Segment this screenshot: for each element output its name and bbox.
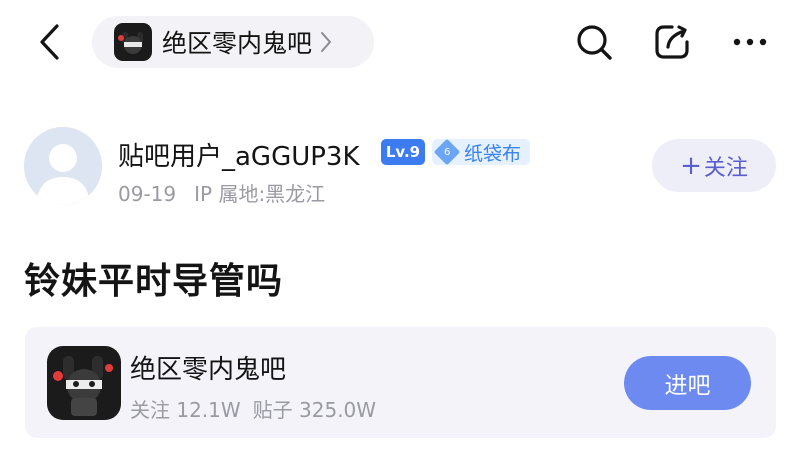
title-badge-label: 纸袋布 xyxy=(464,142,522,165)
back-icon xyxy=(40,24,59,60)
post-meta: 09-19 IP 属地:黑龙江 xyxy=(118,178,325,207)
forum-avatar[interactable] xyxy=(47,346,121,420)
search-button[interactable] xyxy=(570,18,618,66)
ip-location: IP 属地:黑龙江 xyxy=(194,182,326,206)
title-badge: 6 纸袋布 xyxy=(432,138,530,166)
card-stats: 关注 12.1W 贴子 325.0W xyxy=(130,394,376,423)
card-posts: 贴子 325.0W xyxy=(252,398,377,422)
follow-label: 关注 xyxy=(703,155,748,181)
more-button[interactable] xyxy=(726,18,774,66)
share-button[interactable] xyxy=(648,18,696,66)
level-badge: Lv.9 xyxy=(381,139,425,165)
author-avatar[interactable] xyxy=(24,127,102,205)
author-username[interactable]: 贴吧用户_aGGUP3K xyxy=(118,136,360,173)
default-avatar-icon xyxy=(24,127,102,205)
back-button[interactable] xyxy=(28,20,72,64)
forum-avatar-small xyxy=(114,23,152,61)
share-icon xyxy=(655,25,689,59)
forum-name: 绝区零内鬼吧 xyxy=(162,29,313,58)
search-icon xyxy=(577,25,612,60)
follow-button[interactable]: + 关注 xyxy=(652,139,776,192)
more-icon xyxy=(733,38,767,46)
chevron-right-icon xyxy=(321,32,332,52)
post-title: 铃妹平时导管吗 xyxy=(24,261,284,302)
forum-pill[interactable]: 绝区零内鬼吧 xyxy=(92,16,374,68)
enter-forum-button[interactable]: 进吧 xyxy=(624,356,751,410)
plus-icon: + xyxy=(680,150,702,181)
card-followers: 关注 12.1W xyxy=(130,398,241,422)
post-date: 09-19 xyxy=(118,182,177,206)
card-forum-name: 绝区零内鬼吧 xyxy=(130,355,287,385)
title-level-diamond: 6 xyxy=(433,138,461,166)
